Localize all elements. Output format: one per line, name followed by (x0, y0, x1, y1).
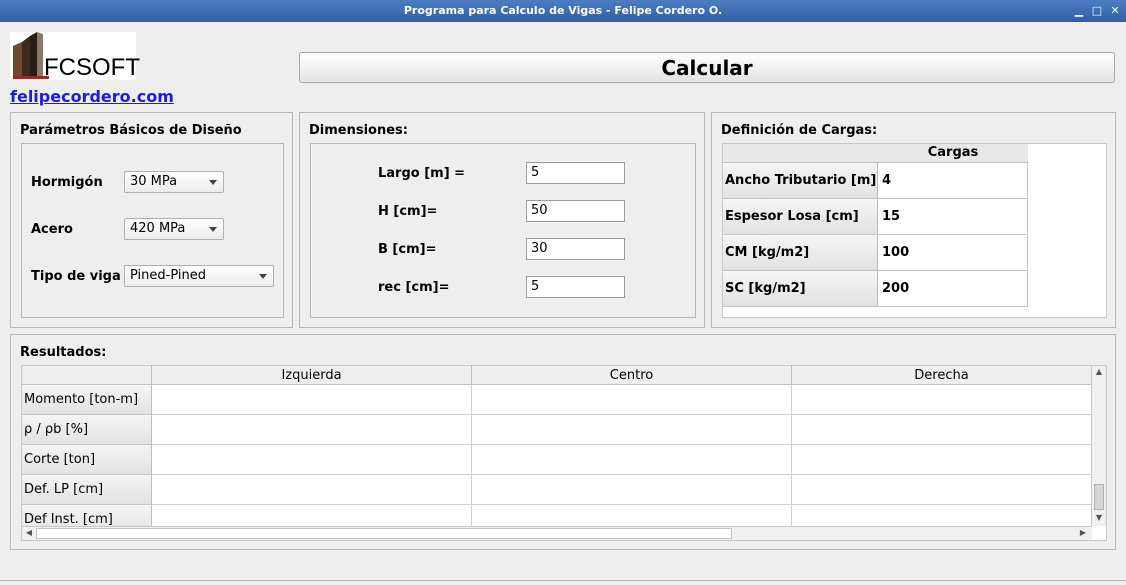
column-header-centro[interactable]: Centro (472, 366, 792, 385)
hormigon-select[interactable]: 30 MPa (124, 171, 224, 193)
horizontal-scrollbar[interactable]: ◀ ▶ (22, 526, 1092, 540)
table-cell[interactable] (472, 385, 792, 415)
table-cell[interactable] (792, 445, 1092, 475)
acero-value: 420 MPa (130, 221, 186, 236)
row-header: Corte [ton] (22, 445, 152, 475)
row-header: Def. LP [cm] (22, 475, 152, 505)
table-cell[interactable] (472, 445, 792, 475)
scroll-up-icon[interactable]: ▲ (1094, 367, 1104, 376)
close-icon[interactable]: ✕ (1108, 4, 1122, 18)
table-row: Espesor Losa [cm] 15 (723, 199, 1028, 235)
ancho-tributario-cell[interactable]: 4 (878, 163, 1028, 199)
table-cell[interactable] (472, 415, 792, 445)
row-header: Espesor Losa [cm] (723, 199, 878, 235)
table-cell[interactable] (152, 385, 472, 415)
table-row: Def. LP [cm] (22, 475, 1092, 505)
hormigon-value: 30 MPa (130, 174, 178, 189)
h-input[interactable]: 50 (526, 200, 625, 222)
acero-label: Acero (31, 222, 73, 237)
table-cell[interactable] (792, 415, 1092, 445)
largo-input[interactable]: 5 (526, 162, 625, 184)
table-cell[interactable] (152, 415, 472, 445)
scroll-down-icon[interactable]: ▼ (1094, 513, 1104, 522)
website-link[interactable]: felipecordero.com (10, 87, 174, 106)
table-row: ρ / ρb [%] (22, 415, 1092, 445)
espesor-losa-cell[interactable]: 15 (878, 199, 1028, 235)
corner-header (22, 366, 152, 385)
table-cell[interactable] (792, 385, 1092, 415)
dimensions-title: Dimensiones: (309, 123, 408, 138)
loads-title: Definición de Cargas: (721, 123, 878, 138)
table-cell[interactable] (152, 475, 472, 505)
logo-text: FCSOFT (44, 54, 140, 81)
row-header: SC [kg/m2] (723, 271, 878, 307)
hormigon-label: Hormigón (31, 175, 103, 190)
results-panel: Resultados: Izquierda Centro Derecha Mom… (10, 334, 1116, 550)
rec-label: rec [cm]= (378, 280, 450, 295)
column-header-izquierda[interactable]: Izquierda (152, 366, 472, 385)
scroll-right-icon[interactable]: ▶ (1078, 528, 1088, 537)
table-cell[interactable] (472, 475, 792, 505)
bottom-divider (0, 580, 1126, 581)
column-header-derecha[interactable]: Derecha (792, 366, 1092, 385)
table-cell[interactable] (152, 445, 472, 475)
maximize-icon[interactable]: □ (1090, 4, 1104, 18)
loads-panel: Definición de Cargas: Cargas Ancho Tribu… (711, 112, 1116, 328)
window-titlebar: Programa para Calculo de Vigas - Felipe … (0, 0, 1126, 22)
tipo-viga-value: Pined-Pined (130, 268, 207, 283)
chevron-down-icon (209, 227, 217, 232)
h-label: H [cm]= (378, 204, 438, 219)
table-row: Ancho Tributario [m] 4 (723, 163, 1028, 199)
b-label: B [cm]= (378, 242, 437, 257)
row-header: Ancho Tributario [m] (723, 163, 878, 199)
sc-cell[interactable]: 200 (878, 271, 1028, 307)
loads-column-header: Cargas (927, 145, 979, 160)
dimensions-box: Largo [m] = 5 H [cm]= 50 B [cm]= 30 rec … (310, 143, 696, 318)
row-header: CM [kg/m2] (723, 235, 878, 271)
minimize-icon[interactable]: ▁ (1072, 4, 1086, 18)
cm-cell[interactable]: 100 (878, 235, 1028, 271)
calcular-button[interactable]: Calcular (299, 52, 1115, 83)
largo-label: Largo [m] = (378, 166, 466, 181)
window-controls: ▁ □ ✕ (1072, 0, 1122, 22)
vertical-scroll-thumb[interactable] (1094, 484, 1104, 510)
row-header: Momento [ton-m] (22, 385, 152, 415)
loads-table: Cargas Ancho Tributario [m] 4 Espesor Lo… (722, 143, 1107, 318)
table-row: CM [kg/m2] 100 (723, 235, 1028, 271)
basic-params-title: Parámetros Básicos de Diseño (20, 123, 242, 138)
window-title: Programa para Calculo de Vigas - Felipe … (403, 4, 723, 17)
table-row: Momento [ton-m] (22, 385, 1092, 415)
tipo-viga-select[interactable]: Pined-Pined (124, 265, 274, 287)
table-cell[interactable] (792, 475, 1092, 505)
tipo-viga-label: Tipo de viga (31, 269, 121, 284)
table-row: SC [kg/m2] 200 (723, 271, 1028, 307)
vertical-scrollbar[interactable]: ▲ ▼ (1091, 366, 1106, 526)
basic-params-box: Hormigón 30 MPa Acero 420 MPa Tipo de vi… (21, 143, 284, 318)
acero-select[interactable]: 420 MPa (124, 218, 224, 240)
results-table: Izquierda Centro Derecha Momento [ton-m]… (21, 365, 1107, 541)
chevron-down-icon (259, 274, 267, 279)
logo: FCSOFT (10, 32, 140, 81)
results-title: Resultados: (20, 345, 107, 360)
row-header: ρ / ρb [%] (22, 415, 152, 445)
horizontal-scroll-thumb[interactable] (36, 528, 732, 539)
rec-input[interactable]: 5 (526, 276, 625, 298)
chevron-down-icon (209, 180, 217, 185)
dimensions-panel: Dimensiones: Largo [m] = 5 H [cm]= 50 B … (299, 112, 705, 328)
b-input[interactable]: 30 (526, 238, 625, 260)
loads-table-header: Cargas (723, 144, 1028, 163)
basic-params-panel: Parámetros Básicos de Diseño Hormigón 30… (10, 112, 293, 328)
scroll-left-icon[interactable]: ◀ (24, 528, 34, 537)
table-row: Corte [ton] (22, 445, 1092, 475)
